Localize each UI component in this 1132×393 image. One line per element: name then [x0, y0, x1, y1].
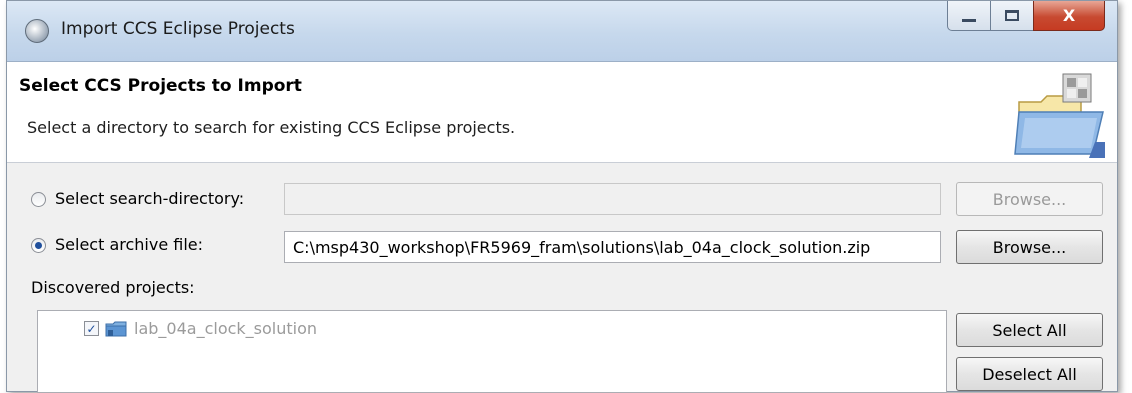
page-description: Select a directory to search for existin…	[27, 118, 516, 137]
discovered-projects-label: Discovered projects:	[31, 278, 195, 297]
folder-with-cube-icon	[1014, 73, 1105, 158]
window-title: Import CCS Eclipse Projects	[61, 19, 295, 39]
browse-archive-button[interactable]: Browse...	[956, 230, 1103, 264]
project-folder-icon	[105, 321, 127, 336]
project-name: lab_04a_clock_solution	[134, 319, 318, 338]
minimize-icon	[962, 19, 976, 22]
minimize-button[interactable]	[947, 1, 991, 31]
search-directory-radio[interactable]	[31, 192, 46, 207]
wizard-banner: Select CCS Projects to Import Select a d…	[7, 62, 1117, 163]
project-checkbox[interactable]: ✓	[84, 321, 99, 336]
maximize-icon	[1005, 10, 1019, 21]
page-title: Select CCS Projects to Import	[19, 76, 302, 96]
ccs-app-icon	[25, 19, 49, 43]
close-icon: X	[1062, 6, 1076, 25]
close-button[interactable]: X	[1033, 1, 1105, 31]
title-bar[interactable]: Import CCS Eclipse Projects X	[7, 1, 1117, 62]
discovered-projects-list[interactable]: ✓ lab_04a_clock_solution	[37, 310, 947, 393]
maximize-button[interactable]	[990, 1, 1034, 31]
archive-file-field[interactable]: C:\msp430_workshop\FR5969_fram\solutions…	[284, 231, 941, 263]
import-dialog-window: Import CCS Eclipse Projects X Select CCS…	[6, 0, 1118, 393]
list-item[interactable]: ✓ lab_04a_clock_solution	[84, 319, 317, 338]
archive-file-label: Select archive file:	[55, 235, 204, 254]
select-all-button[interactable]: Select All	[956, 313, 1103, 347]
browse-directory-button[interactable]: Browse...	[956, 182, 1103, 216]
archive-file-radio[interactable]	[31, 238, 46, 253]
deselect-all-button[interactable]: Deselect All	[956, 357, 1103, 391]
search-directory-field[interactable]	[284, 183, 941, 215]
search-directory-label: Select search-directory:	[55, 189, 245, 208]
